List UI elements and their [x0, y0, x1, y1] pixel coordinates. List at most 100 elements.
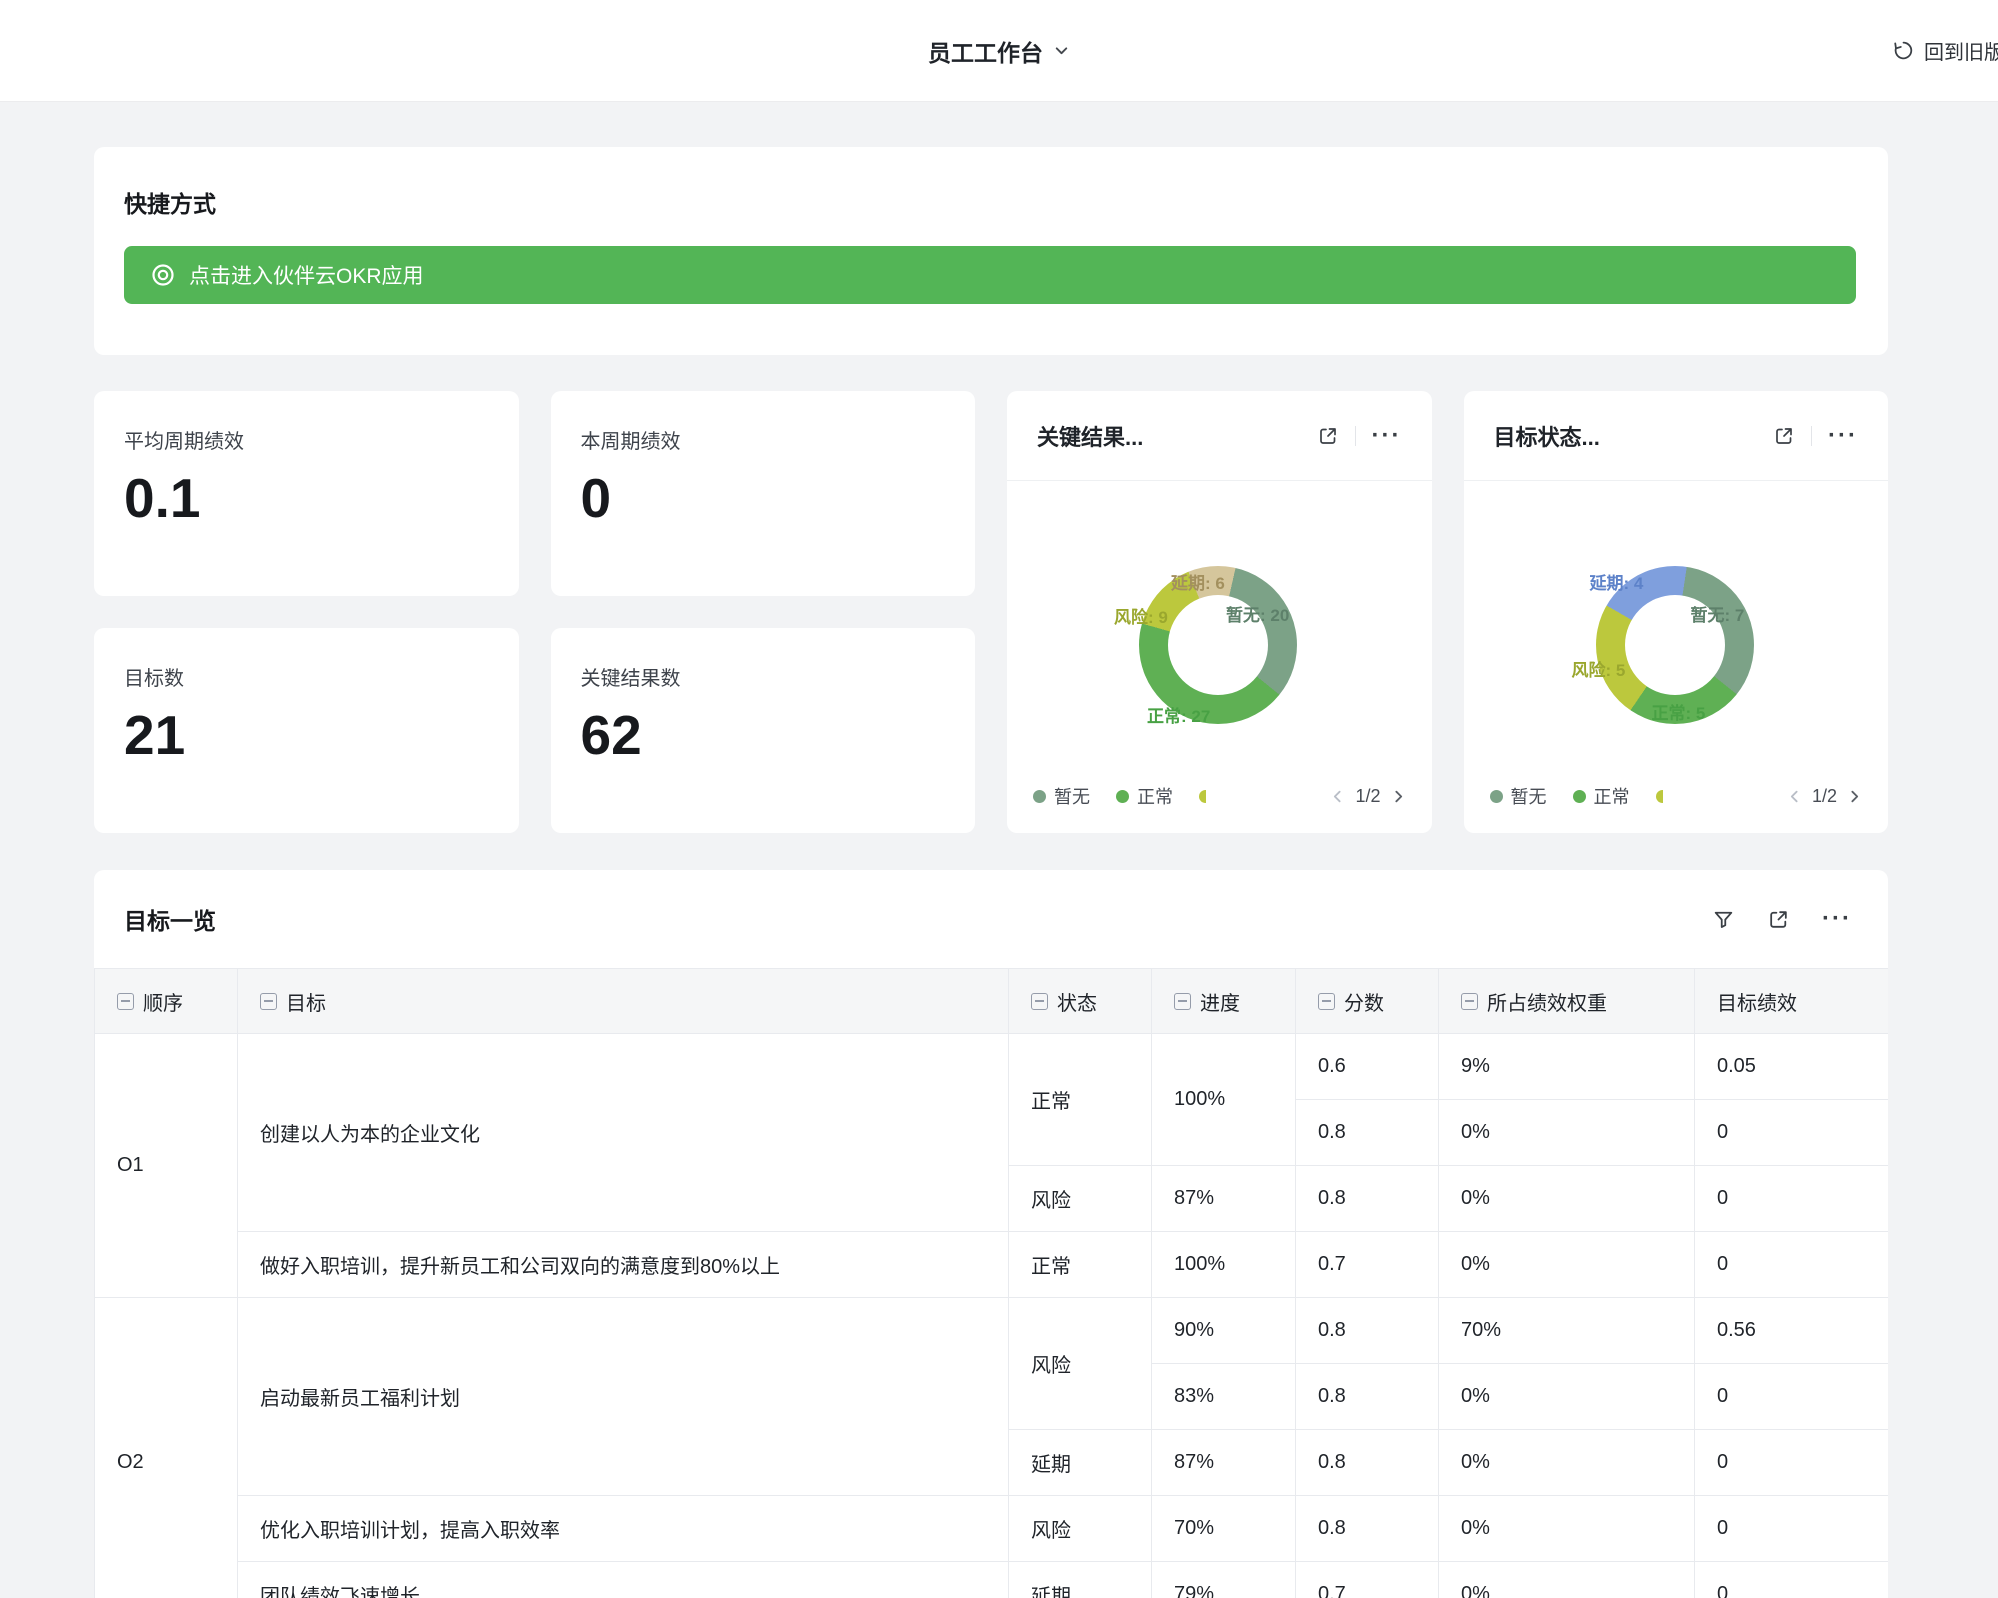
pager-next-icon[interactable]	[1391, 789, 1406, 804]
pager-count: 1/2	[1355, 786, 1380, 807]
table-header-row: 顺序 目标 状态 进度分数 所占绩效权重 目标绩效	[95, 969, 1889, 1034]
table-cell: 0.7	[1296, 1562, 1439, 1598]
stat-label: 平均周期绩效	[124, 425, 489, 454]
table-cell: 正常	[1009, 1034, 1152, 1166]
table-cell: 0%	[1439, 1562, 1695, 1598]
stat-card-key-results: 关键结果数 62	[551, 628, 976, 833]
shortcuts-card: 快捷方式 点击进入伙伴云OKR应用	[94, 147, 1888, 355]
table-cell: 0	[1695, 1166, 1889, 1232]
column-header[interactable]: 状态	[1009, 969, 1152, 1034]
column-header[interactable]: 分数	[1296, 969, 1439, 1034]
page-title: 员工工作台	[928, 34, 1043, 68]
collapse-field-icon[interactable]	[1174, 993, 1191, 1010]
table-cell: 0.56	[1695, 1298, 1889, 1364]
pager-prev-icon[interactable]	[1787, 789, 1802, 804]
objectives-overview-card: 目标一览 ··· 顺序目标状态进度分数所占绩效权重目标绩效 O1创建以人为本的企…	[94, 870, 1888, 1598]
more-options-icon[interactable]: ···	[1822, 907, 1852, 931]
table-cell: 0%	[1439, 1364, 1695, 1430]
table-row[interactable]: O2启动最新员工福利计划风险90%0.870%0.56	[95, 1298, 1889, 1364]
pager-next-icon[interactable]	[1847, 789, 1862, 804]
table-cell: 0	[1695, 1100, 1889, 1166]
collapse-field-icon[interactable]	[1318, 993, 1335, 1010]
pager-count: 1/2	[1812, 786, 1837, 807]
table-cell: 0.6	[1296, 1034, 1439, 1100]
donut-label: 正常: 27	[1147, 702, 1210, 727]
chart-legend: 暂无 正常 1/2	[1007, 775, 1432, 833]
table-cell: 70%	[1152, 1496, 1296, 1562]
objective-status-chart-card: 目标状态... ··· 延期: 4暂无: 7正常: 5风险: 5 暂无正常	[1464, 391, 1889, 833]
table-cell: 0%	[1439, 1166, 1695, 1232]
table-cell: 0.8	[1296, 1166, 1439, 1232]
back-label: 回到旧版	[1924, 36, 1998, 65]
column-label: 目标	[286, 987, 326, 1016]
table-cell: 83%	[1152, 1364, 1296, 1430]
okr-button-label: 点击进入伙伴云OKR应用	[189, 260, 424, 290]
open-external-icon[interactable]	[1767, 908, 1790, 931]
table-cell: 正常	[1009, 1232, 1152, 1298]
column-header[interactable]: 顺序	[95, 969, 238, 1034]
shortcuts-title: 快捷方式	[124, 185, 1856, 219]
column-label: 状态	[1057, 987, 1097, 1016]
table-cell: 风险	[1009, 1496, 1152, 1562]
okr-app-button[interactable]: 点击进入伙伴云OKR应用	[124, 246, 1856, 304]
more-options-icon[interactable]: ···	[1372, 424, 1402, 448]
donut-label: 暂无: 20	[1226, 601, 1289, 626]
column-label: 顺序	[143, 987, 183, 1016]
column-header[interactable]: 所占绩效权重	[1439, 969, 1695, 1034]
legend-label: 正常	[1137, 783, 1173, 809]
table-cell: 0.8	[1296, 1298, 1439, 1364]
table-cell: 延期	[1009, 1562, 1152, 1598]
collapse-field-icon[interactable]	[260, 993, 277, 1010]
legend-dot	[1033, 790, 1046, 803]
open-external-icon[interactable]	[1773, 425, 1795, 447]
table-cell: 0%	[1439, 1430, 1695, 1496]
divider	[1811, 426, 1812, 446]
table-cell: 风险	[1009, 1166, 1152, 1232]
workspace-switcher[interactable]: 员工工作台	[928, 34, 1070, 68]
stat-label: 目标数	[124, 662, 489, 691]
table-cell: 启动最新员工福利计划	[238, 1298, 1009, 1496]
table-cell: 0	[1695, 1562, 1889, 1598]
pager-prev-icon[interactable]	[1330, 789, 1345, 804]
legend-item[interactable]: 正常	[1116, 783, 1173, 809]
legend-item[interactable]: 正常	[1573, 783, 1630, 809]
table-cell: 87%	[1152, 1166, 1296, 1232]
column-label: 所占绩效权重	[1487, 987, 1607, 1016]
more-options-icon[interactable]: ···	[1828, 424, 1858, 448]
collapse-field-icon[interactable]	[1461, 993, 1478, 1010]
column-label: 目标绩效	[1717, 987, 1797, 1016]
table-cell: 创建以人为本的企业文化	[238, 1034, 1009, 1232]
legend-pager: 1/2	[1330, 786, 1405, 807]
table-cell: 0.8	[1296, 1430, 1439, 1496]
table-cell: 0.8	[1296, 1496, 1439, 1562]
table-cell: 做好入职培训，提升新员工和公司双向的满意度到80%以上	[238, 1232, 1009, 1298]
stat-card-avg-cycle: 平均周期绩效 0.1	[94, 391, 519, 596]
column-header[interactable]: 进度	[1152, 969, 1296, 1034]
collapse-field-icon[interactable]	[117, 993, 134, 1010]
donut-label: 延期: 4	[1590, 569, 1644, 594]
legend-label: 暂无	[1511, 783, 1547, 809]
legend-item[interactable]: 暂无	[1033, 783, 1090, 809]
open-external-icon[interactable]	[1317, 425, 1339, 447]
collapse-field-icon[interactable]	[1031, 993, 1048, 1010]
legend-item[interactable]: 暂无	[1490, 783, 1547, 809]
stat-value: 0.1	[124, 466, 489, 530]
legend-pager: 1/2	[1787, 786, 1862, 807]
table-row[interactable]: O1创建以人为本的企业文化正常100%0.69%0.05	[95, 1034, 1889, 1100]
filter-icon[interactable]	[1712, 908, 1735, 931]
table-cell: 87%	[1152, 1430, 1296, 1496]
key-results-chart-card: 关键结果... ··· 延期: 6暂无: 20正常: 27风险: 9 暂无正常	[1007, 391, 1432, 833]
table-cell: 延期	[1009, 1430, 1152, 1496]
table-row[interactable]: 优化入职培训计划，提高入职效率风险70%0.80%0	[95, 1496, 1889, 1562]
legend-partial-dot	[1199, 790, 1206, 803]
legend-label: 暂无	[1054, 783, 1090, 809]
column-header[interactable]: 目标绩效	[1695, 969, 1889, 1034]
table-cell: 0.7	[1296, 1232, 1439, 1298]
table-row[interactable]: 团队绩效飞速增长延期79%0.70%0	[95, 1562, 1889, 1598]
column-header[interactable]: 目标	[238, 969, 1009, 1034]
table-cell: 70%	[1439, 1298, 1695, 1364]
back-to-old-version[interactable]: 回到旧版	[1892, 0, 1998, 101]
table-row[interactable]: 做好入职培训，提升新员工和公司双向的满意度到80%以上正常100%0.70%0	[95, 1232, 1889, 1298]
legend-dot	[1116, 790, 1129, 803]
stats-grid: 平均周期绩效 0.1 本周期绩效 0 关键结果... ···	[94, 391, 1888, 833]
